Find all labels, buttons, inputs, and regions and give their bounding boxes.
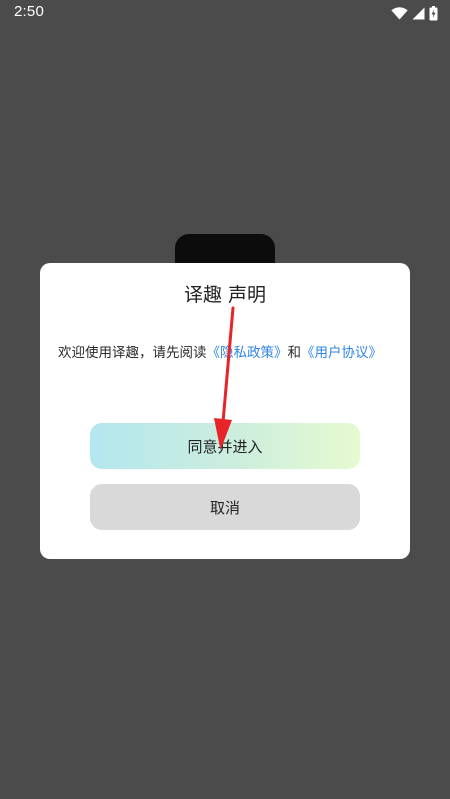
agree-button-label: 同意并进入 xyxy=(187,437,263,456)
dialog-message-conjunction: 和 xyxy=(287,345,302,361)
agree-and-enter-button[interactable]: 同意并进入 xyxy=(90,423,360,469)
dialog-message: 欢迎使用译趣，请先阅读《隐私政策》和《用户协议》 xyxy=(58,342,390,364)
status-bar: 2:50 xyxy=(0,0,450,26)
user-agreement-link[interactable]: 《用户协议》 xyxy=(301,345,382,361)
cancel-button-label: 取消 xyxy=(209,498,240,517)
privacy-policy-link[interactable]: 《隐私政策》 xyxy=(207,345,288,361)
cancel-button[interactable]: 取消 xyxy=(90,484,360,530)
privacy-dialog: 译趣 声明 欢迎使用译趣，请先阅读《隐私政策》和《用户协议》 同意并进入 取消 xyxy=(40,263,410,559)
signal-icon xyxy=(412,7,425,20)
status-icons xyxy=(391,5,438,21)
status-time: 2:50 xyxy=(14,3,44,20)
wifi-icon xyxy=(391,6,408,20)
battery-icon xyxy=(429,5,438,21)
dialog-title: 译趣 声明 xyxy=(183,284,267,306)
dialog-message-prefix: 欢迎使用译趣，请先阅读 xyxy=(58,345,207,361)
